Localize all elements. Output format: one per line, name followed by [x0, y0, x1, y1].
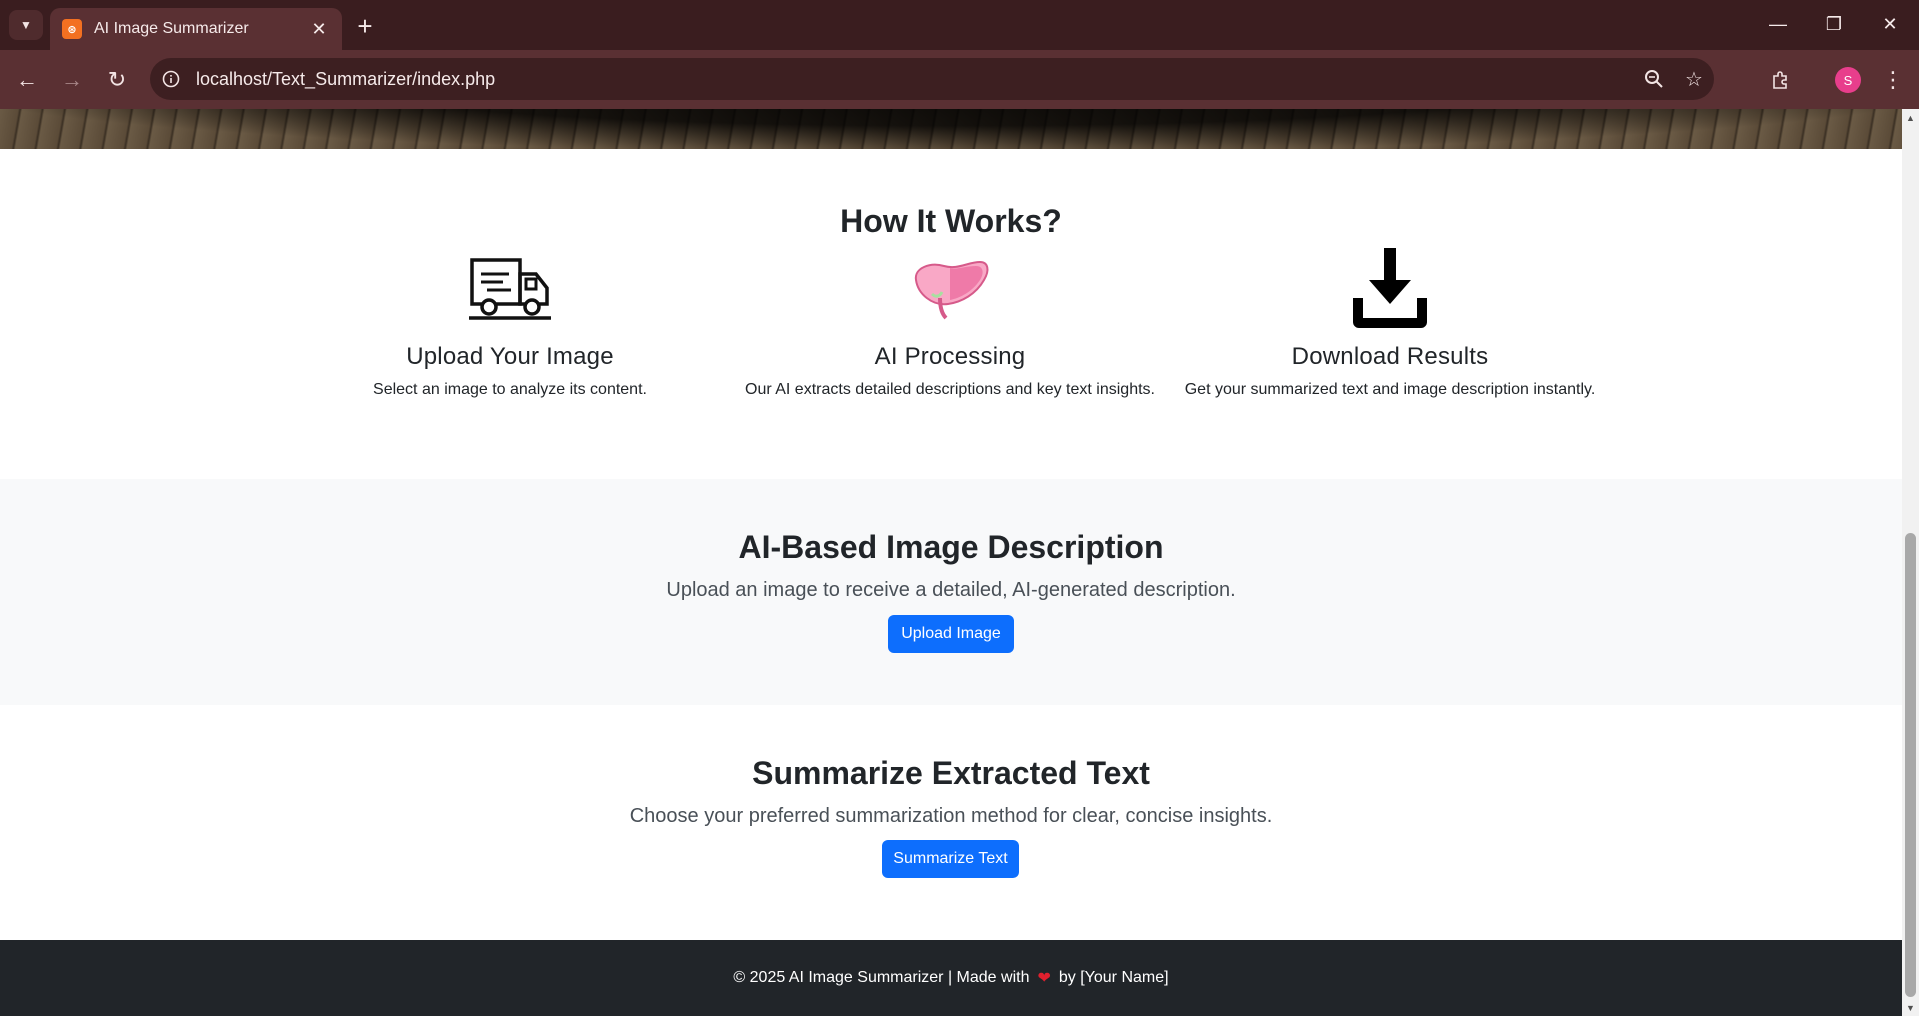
new-tab-button[interactable]: +	[350, 11, 380, 41]
footer-copyright: © 2025 AI Image Summarizer | Made with	[733, 969, 1030, 986]
more-menu-icon[interactable]: ⋮	[1878, 63, 1908, 97]
bookmark-star-icon[interactable]: ☆	[1674, 59, 1714, 99]
address-bar[interactable]: localhost/Text_Summarizer/index.php ☆	[150, 58, 1714, 100]
scroll-down-arrow-icon[interactable]: ▼	[1902, 999, 1919, 1016]
close-tab-icon[interactable]: ✕	[308, 18, 330, 40]
xampp-favicon-icon: ⊛	[62, 19, 82, 39]
summarize-section: Summarize Extracted Text Choose your pre…	[0, 705, 1902, 940]
extensions-icon[interactable]	[1763, 63, 1799, 97]
step-title: Download Results	[1291, 343, 1489, 370]
forward-button[interactable]: →	[54, 62, 90, 98]
step-description: Select an image to analyze its content.	[373, 381, 647, 398]
restore-button[interactable]: ❐	[1806, 0, 1862, 48]
zoom-icon[interactable]	[1634, 59, 1674, 99]
url-text[interactable]: localhost/Text_Summarizer/index.php	[196, 69, 1634, 90]
summarize-heading: Summarize Extracted Text	[752, 755, 1150, 791]
footer: © 2025 AI Image Summarizer | Made with ❤…	[0, 940, 1902, 1016]
browser-toolbar: ← → ↻ localhost/Text_Summarizer/index.ph…	[0, 50, 1919, 109]
summarize-text: Choose your preferred summarization meth…	[629, 805, 1273, 827]
page-viewport: How It Works? Upload Your Image Select a…	[0, 109, 1902, 1016]
back-button[interactable]: ←	[9, 62, 45, 98]
upload-image-button[interactable]: Upload Image	[888, 615, 1014, 653]
summarize-text-button[interactable]: Summarize Text	[882, 840, 1019, 878]
liver-icon	[730, 249, 1170, 329]
profile-avatar[interactable]: S	[1835, 67, 1861, 93]
footer-credit: by [Your Name]	[1058, 969, 1169, 986]
page-scrollbar[interactable]: ▲ ▼	[1902, 109, 1919, 1016]
browser-titlebar: ▼ ⊛ AI Image Summarizer ✕ + — ❐ ✕	[0, 0, 1919, 50]
tab-search-button[interactable]: ▼	[9, 10, 43, 40]
chevron-down-icon: ▼	[20, 18, 32, 32]
image-description-text: Upload an image to receive a detailed, A…	[666, 579, 1236, 601]
image-description-heading: AI-Based Image Description	[738, 529, 1164, 565]
step-processing: AI Processing Our AI extracts detailed d…	[730, 249, 1170, 399]
truck-icon	[290, 249, 730, 329]
step-description: Get your summarized text and image descr…	[1184, 381, 1596, 398]
site-info-icon[interactable]	[150, 58, 192, 100]
browser-tab[interactable]: ⊛ AI Image Summarizer ✕	[50, 8, 342, 50]
close-window-button[interactable]: ✕	[1862, 0, 1918, 48]
step-description: Our AI extracts detailed descriptions an…	[745, 381, 1155, 398]
reload-button[interactable]: ↻	[99, 62, 135, 98]
how-it-works-section: How It Works? Upload Your Image Select a…	[0, 149, 1902, 479]
heart-icon: ❤	[1037, 970, 1051, 987]
hero-background-image	[0, 109, 1902, 149]
step-upload: Upload Your Image Select an image to ana…	[290, 249, 730, 399]
tab-title: AI Image Summarizer	[94, 20, 249, 37]
image-description-section: AI-Based Image Description Upload an ima…	[0, 479, 1902, 705]
arrow-right-icon: →	[61, 67, 83, 92]
step-download: Download Results Get your summarized tex…	[1170, 248, 1610, 399]
step-title: Upload Your Image	[406, 343, 614, 370]
scroll-up-arrow-icon[interactable]: ▲	[1902, 109, 1919, 126]
minimize-button[interactable]: —	[1750, 0, 1806, 48]
step-title: AI Processing	[874, 343, 1026, 370]
scrollbar-thumb[interactable]	[1905, 533, 1916, 997]
download-icon	[1170, 248, 1610, 329]
how-it-works-heading: How It Works?	[840, 203, 1062, 239]
arrow-left-icon: ←	[16, 67, 38, 92]
reload-icon: ↻	[107, 67, 127, 92]
